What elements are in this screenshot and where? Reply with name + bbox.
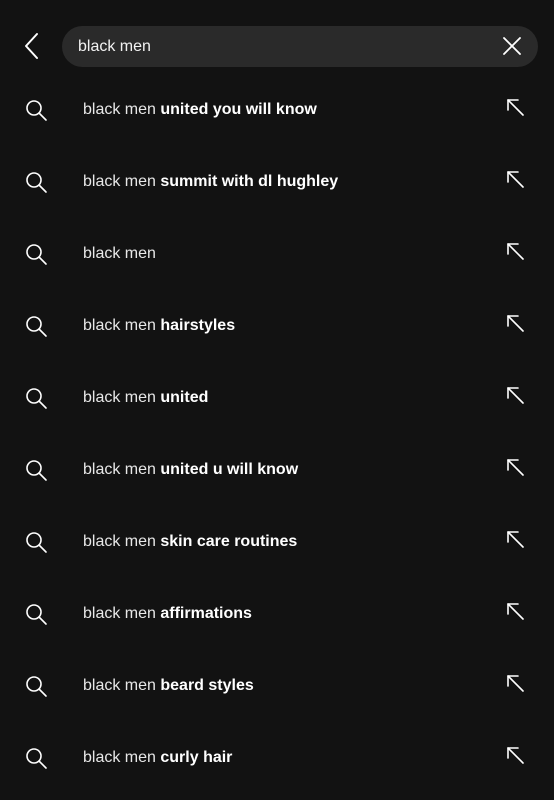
suggestion-item[interactable]: black men summit with dl hughley (0, 146, 554, 218)
arrow-up-left-icon[interactable] (504, 528, 526, 550)
suggestion-text: black men affirmations (83, 604, 252, 624)
suggestion-item[interactable]: black men united u will know (0, 434, 554, 506)
suggestion-prefix: black men (83, 173, 156, 190)
suggestion-item[interactable]: black men hairstyles (0, 290, 554, 362)
suggestion-suffix: beard styles (160, 677, 254, 694)
arrow-up-left-icon[interactable] (504, 312, 526, 334)
suggestion-prefix: black men (83, 677, 156, 694)
suggestion-prefix: black men (83, 461, 156, 478)
suggestion-item[interactable]: black men (0, 218, 554, 290)
clear-search-button[interactable] (500, 34, 524, 58)
suggestion-suffix: curly hair (160, 749, 233, 766)
search-icon (26, 316, 47, 337)
search-icon (26, 748, 47, 769)
suggestion-item[interactable]: black men skin care routines (0, 506, 554, 578)
close-icon (503, 37, 521, 55)
suggestion-prefix: black men (83, 245, 156, 262)
search-icon (26, 604, 47, 625)
search-icon (26, 172, 47, 193)
suggestion-suffix: united u will know (160, 461, 299, 478)
suggestion-item[interactable]: black men affirmations (0, 578, 554, 650)
suggestion-suffix: skin care routines (160, 533, 298, 550)
suggestion-suffix: united (160, 389, 209, 406)
suggestion-text: black men curly hair (83, 748, 232, 768)
suggestion-text: black men united (83, 388, 208, 408)
suggestion-item[interactable]: black men united (0, 362, 554, 434)
suggestion-list: black men united you will know black men… (0, 74, 554, 794)
arrow-up-left-icon[interactable] (504, 240, 526, 262)
arrow-up-left-icon[interactable] (504, 672, 526, 694)
search-icon (26, 100, 47, 121)
suggestion-item[interactable]: black men curly hair (0, 722, 554, 794)
arrow-up-left-icon[interactable] (504, 600, 526, 622)
suggestion-prefix: black men (83, 317, 156, 334)
search-box (62, 26, 538, 67)
arrow-up-left-icon[interactable] (504, 456, 526, 478)
arrow-up-left-icon[interactable] (504, 96, 526, 118)
search-icon (26, 244, 47, 265)
suggestion-prefix: black men (83, 101, 156, 118)
search-icon (26, 676, 47, 697)
suggestion-prefix: black men (83, 749, 156, 766)
suggestion-suffix: summit with dl hughley (160, 173, 339, 190)
suggestion-text: black men united you will know (83, 100, 317, 120)
suggestion-text: black men united u will know (83, 460, 298, 480)
arrow-up-left-icon[interactable] (504, 168, 526, 190)
suggestion-prefix: black men (83, 389, 156, 406)
suggestion-suffix: affirmations (160, 605, 252, 622)
suggestion-text: black men (83, 244, 156, 264)
suggestion-item[interactable]: black men beard styles (0, 650, 554, 722)
suggestion-prefix: black men (83, 533, 156, 550)
search-icon (26, 388, 47, 409)
search-icon (26, 532, 47, 553)
suggestion-text: black men skin care routines (83, 532, 297, 552)
suggestion-prefix: black men (83, 605, 156, 622)
suggestion-text: black men hairstyles (83, 316, 235, 336)
search-input[interactable] (78, 26, 478, 67)
back-button[interactable] (14, 28, 50, 64)
chevron-left-icon (25, 33, 38, 59)
suggestion-text: black men beard styles (83, 676, 254, 696)
arrow-up-left-icon[interactable] (504, 744, 526, 766)
suggestion-suffix: hairstyles (160, 317, 236, 334)
arrow-up-left-icon[interactable] (504, 384, 526, 406)
suggestion-text: black men summit with dl hughley (83, 172, 338, 192)
search-icon (26, 460, 47, 481)
suggestion-item[interactable]: black men united you will know (0, 74, 554, 146)
suggestion-suffix: united you will know (160, 101, 317, 118)
